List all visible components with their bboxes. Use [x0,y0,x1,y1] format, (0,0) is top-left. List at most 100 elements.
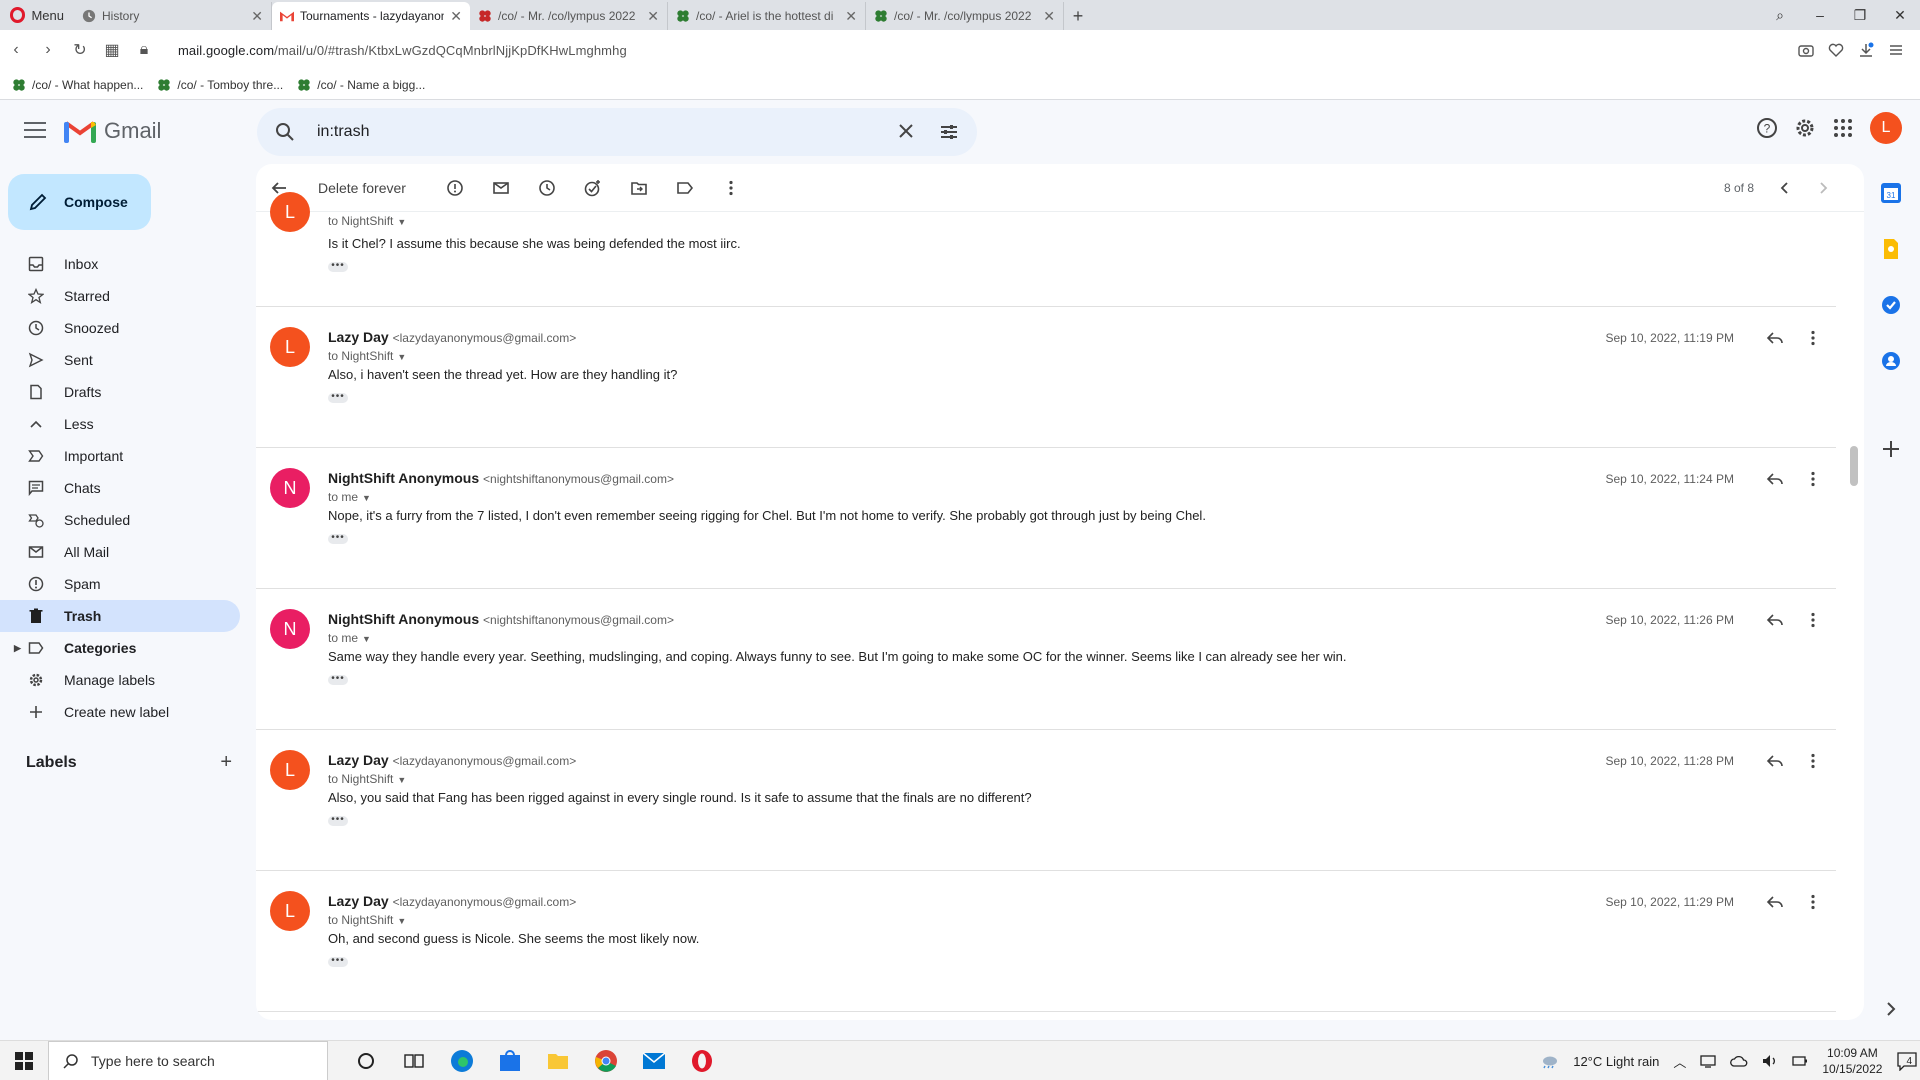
volume-icon[interactable] [1762,1054,1778,1068]
message-recipient[interactable]: to me ▼ [328,631,371,645]
get-addons-plus-icon[interactable] [1880,438,1902,460]
report-spam-icon[interactable] [446,179,464,197]
tasks-icon[interactable] [1880,294,1902,316]
cortana-icon[interactable] [352,1047,380,1075]
weather-icon[interactable] [1539,1053,1559,1069]
contacts-icon[interactable] [1880,350,1902,372]
keep-icon[interactable] [1880,238,1902,260]
apps-grid-icon[interactable] [1832,117,1854,139]
lock-icon[interactable]: 🔒︎ [128,41,160,59]
search-icon[interactable] [275,122,295,142]
more-vert-icon[interactable] [1804,893,1822,911]
more-vert-icon[interactable] [1804,470,1822,488]
tab-co-olympus-2[interactable]: /co/ - Mr. /co/lympus 2022 ✕ [866,2,1064,30]
calendar-icon[interactable]: 31 [1880,182,1902,204]
search-bar[interactable]: in:trash [257,108,977,156]
onedrive-cloud-icon[interactable] [1730,1055,1748,1067]
caret-right-icon[interactable]: ▶ [14,643,21,654]
sidebar-item-starred[interactable]: Starred [0,280,240,312]
mark-unread-icon[interactable] [492,179,510,197]
show-trimmed-content-button[interactable]: ••• [328,815,348,826]
reply-icon[interactable] [1766,470,1784,488]
close-icon[interactable]: ✕ [1043,8,1055,25]
sidebar-item-inbox[interactable]: Inbox [0,248,240,280]
more-vert-icon[interactable] [1804,611,1822,629]
sidebar-item-important[interactable]: Important [0,440,240,472]
back-icon[interactable]: ‹ [0,41,32,59]
more-vert-icon[interactable] [722,179,740,197]
snooze-clock-icon[interactable] [538,179,556,197]
chrome-icon[interactable] [592,1047,620,1075]
minimize-icon[interactable]: – [1800,7,1840,23]
message-recipient[interactable]: to NightShift ▼ [328,772,406,786]
show-trimmed-content-button[interactable]: ••• [328,261,348,272]
file-explorer-icon[interactable] [544,1047,572,1075]
tab-gmail[interactable]: Tournaments - lazydayanon ✕ [272,2,470,30]
sidebar-item-manage-labels[interactable]: Manage labels [0,664,240,696]
close-icon[interactable]: ✕ [251,8,263,25]
weather-text[interactable]: 12°C Light rain [1573,1054,1659,1069]
sidebar-item-categories[interactable]: ▶ Categories [0,632,240,664]
message-item[interactable]: L to NightShift ▼ Is it Chel? I assume th… [256,192,1836,307]
clear-search-icon[interactable] [897,122,915,140]
speed-dial-icon[interactable]: ▦ [96,40,128,60]
url-field[interactable]: mail.google.com/mail/u/0/#trash/KtbxLwGz… [178,43,627,58]
caret-down-icon[interactable]: ▼ [397,352,406,362]
mail-icon[interactable] [640,1047,668,1075]
sidebar-item-trash[interactable]: Trash [0,600,240,632]
more-vert-icon[interactable] [1804,329,1822,347]
caret-down-icon[interactable]: ▼ [397,916,406,926]
sidebar-item-snoozed[interactable]: Snoozed [0,312,240,344]
sidebar-item-sent[interactable]: Sent [0,344,240,376]
search-input[interactable]: in:trash [317,123,369,141]
newer-chevron-icon[interactable] [1778,181,1792,195]
download-icon[interactable] [1858,42,1874,58]
message-item[interactable]: L Lazy Day <lazydayanonymous@gmail.com> … [256,307,1836,448]
sidebar-item-scheduled[interactable]: Scheduled [0,504,240,536]
show-trimmed-content-button[interactable]: ••• [328,533,348,544]
new-tab-button[interactable]: + [1064,2,1092,30]
help-icon[interactable]: ? [1756,117,1778,139]
close-icon[interactable]: ✕ [845,8,857,25]
compose-button[interactable]: Compose [8,174,151,230]
tab-co-ariel[interactable]: /co/ - Ariel is the hottest di ✕ [668,2,866,30]
main-menu-icon[interactable] [24,122,46,143]
message-recipient[interactable]: to NightShift ▼ [328,913,406,927]
heart-icon[interactable] [1828,43,1844,57]
bookmark-item[interactable]: /co/ - Name a bigg... [297,78,425,92]
account-avatar[interactable]: L [1870,112,1902,144]
reply-icon[interactable] [1766,893,1784,911]
sidebar-item-chats[interactable]: Chats [0,472,240,504]
more-vert-icon[interactable] [1804,752,1822,770]
show-trimmed-content-button[interactable]: ••• [328,674,348,685]
search-options-icon[interactable] [939,122,959,142]
store-icon[interactable] [496,1047,524,1075]
delete-forever-button[interactable]: Delete forever [318,180,406,196]
battery-plug-icon[interactable] [1792,1054,1808,1068]
gmail-logo[interactable]: Gmail [64,118,161,144]
task-view-icon[interactable] [400,1047,428,1075]
network-icon[interactable] [1700,1054,1717,1068]
message-item[interactable]: N NightShift Anonymous <nightshiftanonym… [256,589,1836,730]
reply-icon[interactable] [1766,611,1784,629]
scrollbar-thumb[interactable] [1850,446,1858,486]
clock[interactable]: 10:09 AM 10/15/2022 [1822,1045,1882,1077]
camera-icon[interactable] [1798,43,1814,57]
restore-icon[interactable]: ❐ [1840,7,1880,24]
caret-down-icon[interactable]: ▼ [362,634,371,644]
sidebar-item-all-mail[interactable]: All Mail [0,536,240,568]
move-to-icon[interactable] [630,179,648,197]
sidebar-item-less[interactable]: Less [0,408,240,440]
show-side-panel-chevron-icon[interactable] [1880,998,1902,1020]
bookmark-item[interactable]: /co/ - What happen... [12,78,143,92]
settings-gear-icon[interactable] [1794,117,1816,139]
older-chevron-icon[interactable] [1816,181,1830,195]
message-recipient[interactable]: to NightShift ▼ [328,349,406,363]
close-icon[interactable]: ✕ [450,8,462,25]
message-recipient[interactable]: to NightShift ▼ [328,214,406,228]
edge-icon[interactable] [448,1047,476,1075]
show-trimmed-content-button[interactable]: ••• [328,956,348,967]
chevron-up-icon[interactable]: ︿ [1673,1052,1686,1071]
reload-icon[interactable]: ↻ [64,40,96,60]
show-trimmed-content-button[interactable]: ••• [328,392,348,403]
